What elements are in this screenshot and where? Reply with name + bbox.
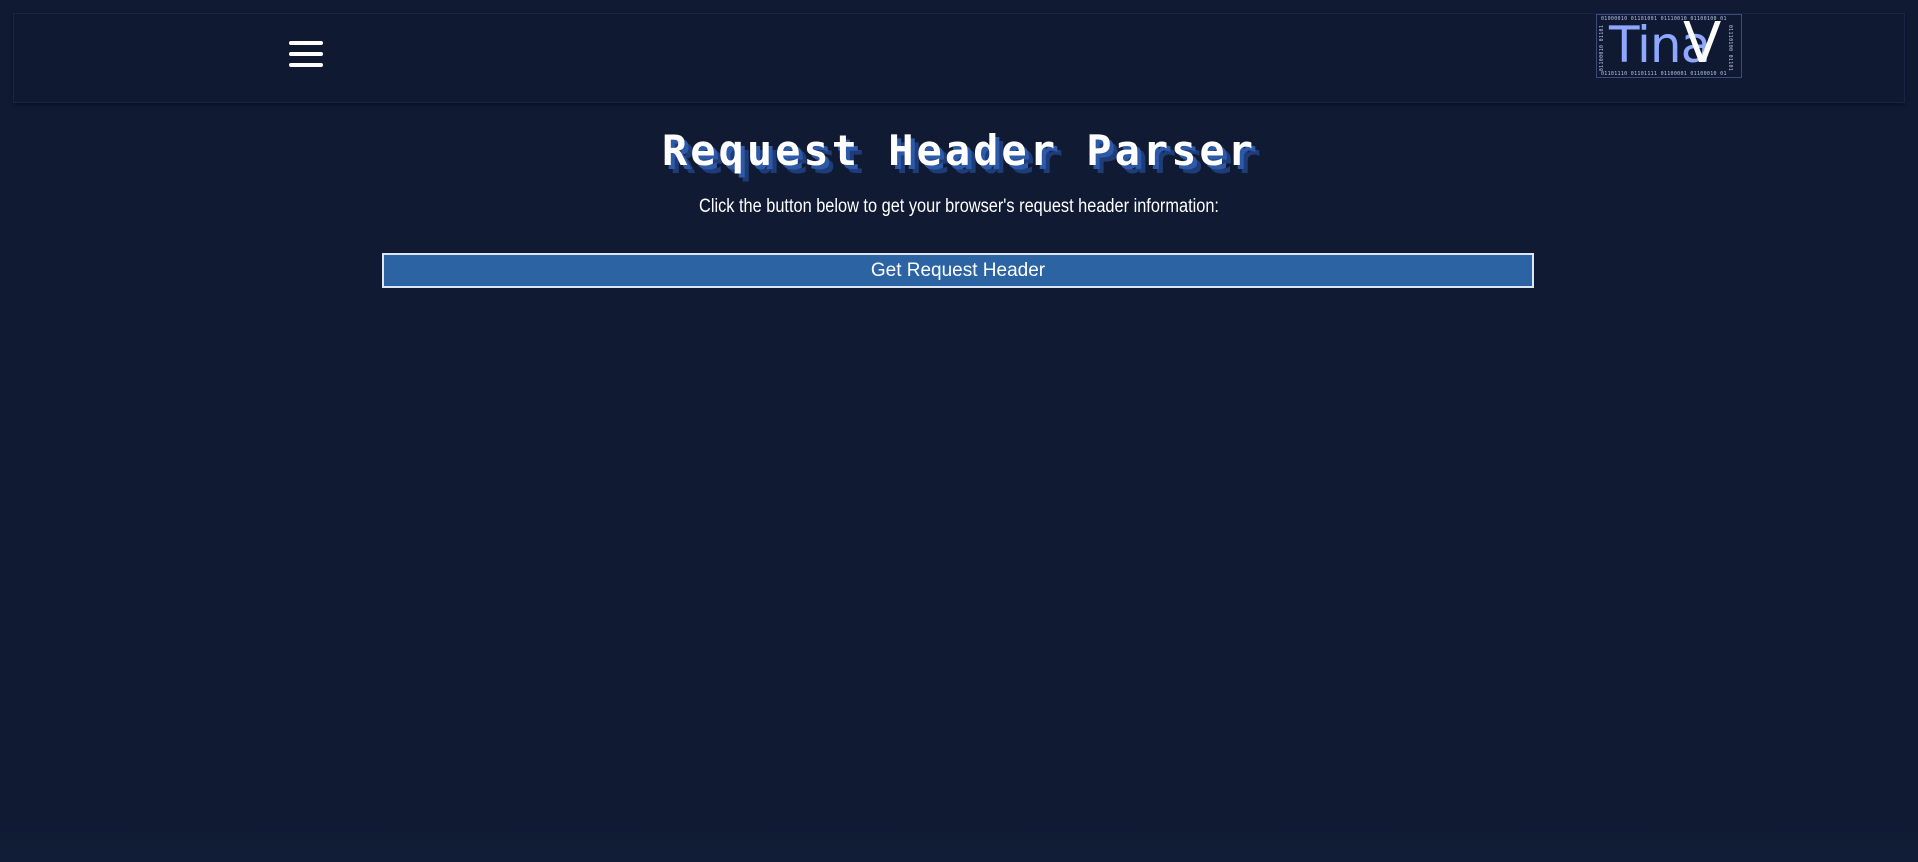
logo-binary-bottom: 01101110 01101111 01100001 01100010 01 bbox=[1601, 71, 1727, 77]
bottom-gradient bbox=[0, 822, 1918, 862]
menu-bar-line bbox=[289, 52, 323, 56]
page-title: Request Header Parser bbox=[661, 126, 1256, 175]
logo-binary-right: 01110100 01101 bbox=[1727, 24, 1734, 72]
menu-bar-line bbox=[289, 41, 323, 45]
get-request-header-button[interactable]: Get Request Header bbox=[382, 253, 1534, 288]
menu-bar-line bbox=[289, 63, 323, 67]
page-subtitle: Click the button below to get your brows… bbox=[699, 196, 1219, 217]
site-logo[interactable]: 01000010 01101001 01110010 01100100 01 0… bbox=[1596, 14, 1742, 78]
logo-accent-letter: V bbox=[1683, 11, 1722, 76]
page: 01000010 01101001 01110010 01100100 01 0… bbox=[0, 0, 1918, 862]
navbar: 01000010 01101001 01110010 01100100 01 0… bbox=[13, 13, 1905, 103]
logo-binary-left: 01100010 01101 bbox=[1599, 24, 1606, 72]
hamburger-menu-icon[interactable] bbox=[289, 39, 323, 69]
